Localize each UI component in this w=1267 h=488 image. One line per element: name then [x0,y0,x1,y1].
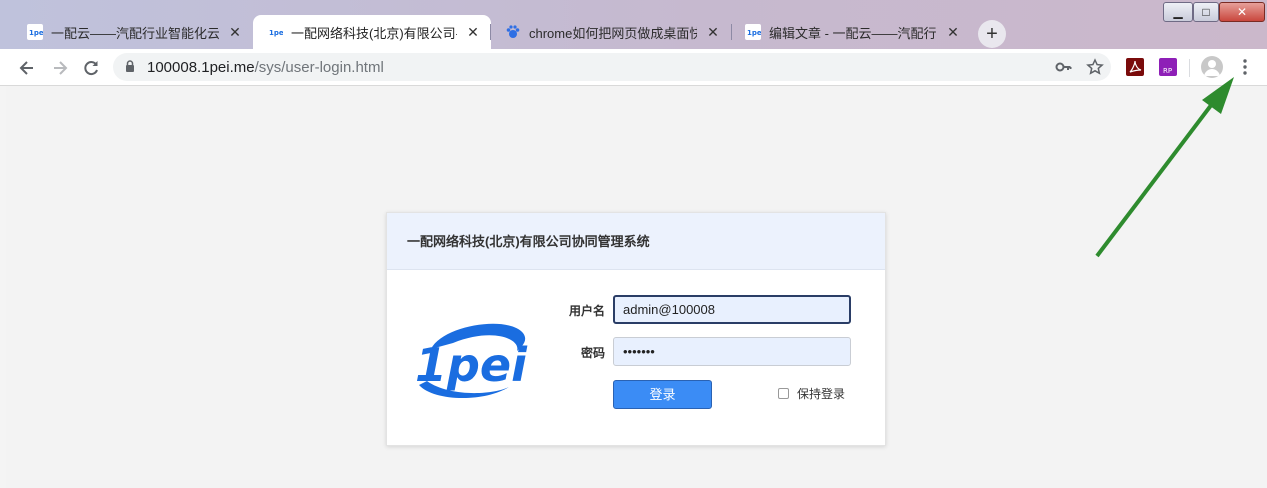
back-icon[interactable] [13,54,41,82]
password-input[interactable]: ••••••• [613,337,851,366]
address-bar[interactable]: 100008.1pei.me/sys/user-login.html [113,53,1111,81]
remember-login[interactable]: 保持登录 [778,385,845,402]
tab-title: 编辑文章 - 一配云——汽配行业 [769,25,937,41]
key-icon[interactable] [1054,58,1072,76]
tab-1peiyun[interactable]: 1pei 一配云——汽配行业智能化云管 ✕ [13,15,253,49]
remember-label: 保持登录 [797,387,846,401]
tab-separator [490,24,491,40]
svg-text:1pei: 1pei [269,29,283,37]
svg-text:1pei: 1pei [415,338,528,392]
login-title: 一配网络科技(北京)有限公司协同管理系统 [387,213,885,270]
1pei-favicon-icon: 1pei [745,24,761,40]
tab-strip: 1pei 一配云——汽配行业智能化云管 ✕ 1pei 一配网络科技(北京)有限公… [0,0,1267,49]
svg-text:1pei: 1pei [747,29,761,37]
baidu-paw-icon [506,25,520,38]
remember-checkbox[interactable] [778,388,789,399]
close-icon: ✕ [1236,5,1248,19]
tab-close-icon[interactable]: ✕ [227,24,243,40]
close-window-button[interactable]: ✕ [1219,2,1265,22]
tab-chrome-shortcut[interactable]: chrome如何把网页做成桌面快捷 ✕ [491,15,731,49]
login-card: 一配网络科技(北京)有限公司协同管理系统 1pei 用户名 admin@1000… [386,212,886,446]
maximize-icon: □ [1202,5,1210,19]
url-path: /sys/user-login.html [254,59,384,76]
login-button[interactable]: 登录 [613,380,712,409]
1pei-favicon-icon: 1pei [27,24,43,40]
tab-close-icon[interactable]: ✕ [945,24,961,40]
adobe-pdf-icon[interactable] [1126,58,1144,76]
new-tab-button[interactable]: + [978,20,1006,48]
forward-icon[interactable] [46,54,74,82]
tab-title: 一配网络科技(北京)有限公司--gu [291,25,457,41]
url-host: 100008.1pei.me [147,59,255,76]
tab-edit-article[interactable]: 1pei 编辑文章 - 一配云——汽配行业 ✕ [731,15,971,49]
1pei-favicon-icon: 1pei [267,24,283,40]
tab-1pei-company[interactable]: 1pei 一配网络科技(北京)有限公司--gu ✕ [253,15,491,49]
tab-close-icon[interactable]: ✕ [465,24,481,40]
password-label: 密码 [580,346,605,360]
tab-title: 一配云——汽配行业智能化云管 [51,25,219,41]
profile-icon[interactable] [1201,56,1223,78]
lock-icon [126,60,134,72]
menu-icon[interactable] [1234,56,1256,78]
svg-text:RP: RP [1163,67,1172,75]
svg-text:1pei: 1pei [29,29,43,37]
axure-rp-icon[interactable]: RP [1159,58,1177,76]
minimize-icon: ▁ [1173,5,1183,19]
username-input[interactable]: admin@100008 [613,295,851,324]
reload-icon[interactable] [77,54,105,82]
tab-close-icon[interactable]: ✕ [705,24,721,40]
tab-title: chrome如何把网页做成桌面快捷 [529,25,697,41]
url-text: 100008.1pei.me/sys/user-login.html [147,59,384,76]
browser-toolbar: 100008.1pei.me/sys/user-login.html RP [0,49,1267,86]
toolbar-divider [1189,59,1190,77]
username-label: 用户名 [568,304,605,318]
minimize-button[interactable]: ▁ [1163,2,1193,22]
1pei-logo: 1pei [415,323,528,399]
star-icon[interactable] [1086,58,1104,76]
maximize-button[interactable]: □ [1193,2,1219,22]
